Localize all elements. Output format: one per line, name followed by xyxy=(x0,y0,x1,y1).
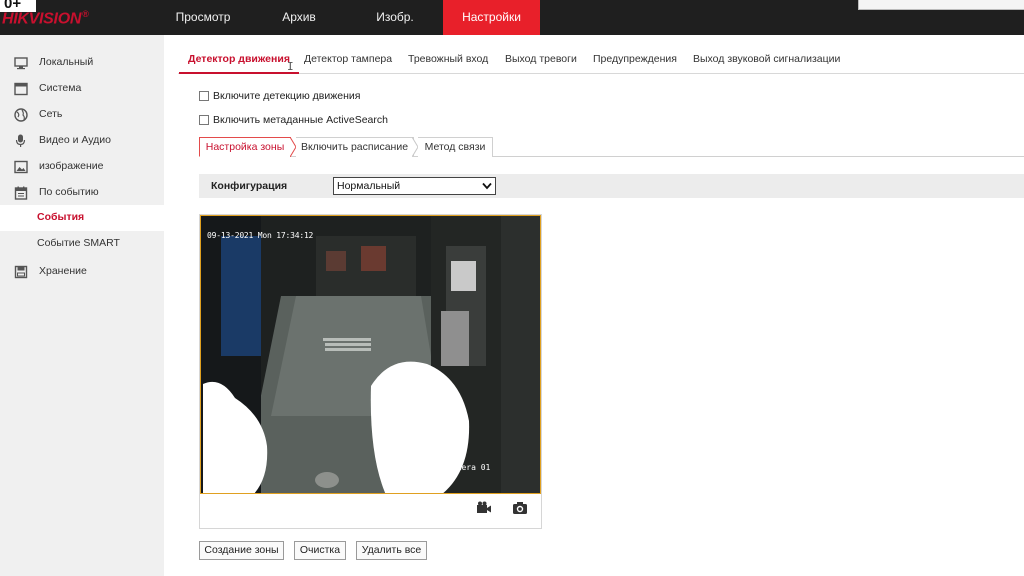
user-panel[interactable] xyxy=(858,0,1024,10)
osd-timestamp: 09-13-2021 Mon 17:34:12 xyxy=(207,231,314,240)
osd-camera-name: Camera 01 xyxy=(447,463,491,472)
monitor-icon xyxy=(14,57,28,70)
sidebar-subitem-label: Событие SMART xyxy=(37,237,120,249)
storage-icon xyxy=(14,265,28,279)
camera-scene xyxy=(201,216,540,493)
checkbox-box[interactable] xyxy=(199,91,209,101)
sidebar-item-local[interactable]: Локальный xyxy=(0,50,164,76)
subtab-area-settings[interactable]: Настройка зоны xyxy=(199,137,291,157)
sidebar-item-label: Система xyxy=(39,82,82,94)
sidebar-subitem-events[interactable]: События xyxy=(0,205,164,231)
nav-picture[interactable]: Изобр. xyxy=(347,0,443,35)
checkbox-box[interactable] xyxy=(199,115,209,125)
configuration-select-value: Нормальный xyxy=(337,180,401,192)
sidebar-item-label: По событию xyxy=(39,186,99,198)
subtab-arming-schedule[interactable]: Включить расписание xyxy=(296,137,414,157)
globe-icon xyxy=(14,108,28,122)
image-icon xyxy=(14,160,28,174)
enable-motion-detection-checkbox[interactable]: Включите детекцию движения xyxy=(199,88,360,104)
tab-tamper-detection[interactable]: Детектор тампера xyxy=(304,48,392,74)
checkbox-label: Включите детекцию движения xyxy=(213,90,361,102)
nav-configuration[interactable]: Настройки xyxy=(443,0,540,35)
nav-live-view[interactable]: Просмотр xyxy=(155,0,251,35)
checkbox-label: Включить метаданные ActiveSearch xyxy=(213,114,388,126)
sidebar-item-system[interactable]: Система xyxy=(0,76,164,102)
chevron-down-icon xyxy=(482,182,492,190)
calendar-icon xyxy=(14,186,28,200)
sidebar-item-image[interactable]: изображение xyxy=(0,154,164,180)
sidebar-item-event[interactable]: По событию xyxy=(0,180,164,206)
sidebar-item-label: изображение xyxy=(39,160,104,172)
camera-icon[interactable] xyxy=(512,501,528,515)
tab-motion-detection[interactable]: Детектор движения xyxy=(179,48,299,74)
sidebar-subitem-smart-event[interactable]: Событие SMART xyxy=(0,231,164,257)
enable-metadata-checkbox[interactable]: Включить метаданные ActiveSearch xyxy=(199,112,388,128)
tab-alarm-output[interactable]: Выход тревоги xyxy=(505,48,577,74)
sidebar-item-storage[interactable]: Хранение xyxy=(0,259,164,285)
sidebar-item-video-audio[interactable]: Видео и Аудио xyxy=(0,128,164,154)
camera-view[interactable]: 09-13-2021 Mon 17:34:12 Camera 01 xyxy=(200,215,541,494)
delete-all-button[interactable]: Удалить все xyxy=(356,541,427,560)
subtab-linkage-method[interactable]: Метод связи xyxy=(418,137,493,157)
main-nav: Просмотр Архив Изобр. Настройки xyxy=(155,0,540,35)
create-zone-button[interactable]: Создание зоны xyxy=(199,541,284,560)
sidebar-item-network[interactable]: Сеть xyxy=(0,102,164,128)
sidebar-item-label: Локальный xyxy=(39,56,94,68)
sidebar-item-label: Хранение xyxy=(39,265,87,277)
configuration-select[interactable]: Нормальный xyxy=(333,177,496,195)
top-bar: HIKVISION® 0+ Просмотр Архив Изобр. Наст… xyxy=(0,0,1024,35)
logo-text: HIKVISION xyxy=(2,10,82,28)
event-tabs: Детектор движения Детектор тампера Трево… xyxy=(178,48,1024,74)
sidebar: Локальный Система Сеть Видео и Аудио изо… xyxy=(0,35,164,576)
sidebar-item-label: Видео и Аудио xyxy=(39,134,111,146)
record-icon[interactable] xyxy=(476,501,492,515)
tab-audible-alarm-output[interactable]: Выход звуковой сигнализации xyxy=(693,48,840,74)
sidebar-subitem-label: События xyxy=(37,211,85,223)
clear-button[interactable]: Очистка xyxy=(294,541,346,560)
age-rating-badge: 0+ xyxy=(0,0,36,12)
tab-alarm-input[interactable]: Тревожный вход xyxy=(408,48,488,74)
tab-exception[interactable]: Предупреждения xyxy=(593,48,677,74)
configuration-row: Конфигурация Нормальный xyxy=(199,174,1024,198)
text-cursor-icon: I xyxy=(287,60,294,73)
sidebar-item-label: Сеть xyxy=(39,108,63,120)
microphone-icon xyxy=(15,134,26,147)
logo-registered: ® xyxy=(82,9,89,19)
configuration-label: Конфигурация xyxy=(211,180,288,192)
system-icon xyxy=(14,82,28,96)
nav-playback[interactable]: Архив xyxy=(251,0,347,35)
